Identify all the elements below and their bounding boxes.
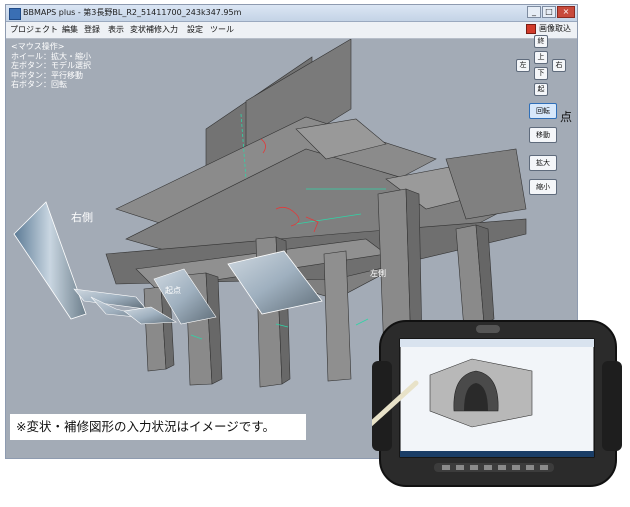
close-button[interactable]: ×	[557, 6, 575, 18]
minimize-button[interactable]: _	[527, 6, 541, 18]
menu-defect-input[interactable]: 変状補修入力	[130, 24, 178, 35]
menu-project[interactable]: プロジェクト	[10, 24, 58, 35]
nav-end-button[interactable]: 終	[534, 35, 548, 48]
rotate-button[interactable]: 回転	[529, 103, 557, 119]
nav-up-button[interactable]: 上	[534, 51, 548, 64]
image-import-icon	[526, 23, 536, 34]
zoom-out-button[interactable]: 縮小	[529, 179, 557, 195]
image-import-button[interactable]: 画像取込	[526, 23, 571, 34]
menu-view[interactable]: 表示	[108, 24, 124, 35]
menu-edit[interactable]: 編集	[62, 24, 78, 35]
tablet-photo	[349, 311, 622, 505]
image-caption: ※変状・補修図形の入力状況はイメージです。	[10, 414, 306, 440]
menu-tools[interactable]: ツール	[210, 24, 234, 35]
label-right-side: 右側	[71, 211, 93, 224]
menu-bar: プロジェクト 編集 登録 表示 変状補修入力 設定 ツール 画像取込	[6, 22, 577, 39]
label-start-point: 起点	[165, 286, 181, 295]
image-import-label: 画像取込	[539, 24, 571, 33]
label-point-fragment: 点	[560, 110, 573, 124]
tablet-device	[349, 320, 622, 487]
maximize-button[interactable]: □	[542, 6, 556, 18]
move-button[interactable]: 移動	[529, 127, 557, 143]
title-bar[interactable]: BBMAPS plus - 第3長野BL_R2_51411700_243k347…	[6, 5, 577, 22]
zoom-in-button[interactable]: 拡大	[529, 155, 557, 171]
nav-down-button[interactable]: 下	[534, 67, 548, 80]
menu-register[interactable]: 登録	[84, 24, 100, 35]
app-icon	[9, 8, 21, 20]
nav-start-button[interactable]: 起	[534, 83, 548, 96]
mouse-help-text: <マウス操作> ホイール：拡大・縮小 左ボタン：モデル選択 中ボタン：平行移動 …	[11, 42, 91, 89]
window-controls: _ □ ×	[527, 6, 575, 18]
nav-right-button[interactable]: 右	[552, 59, 566, 72]
nav-left-button[interactable]: 左	[516, 59, 530, 72]
label-left-side: 左側	[370, 269, 386, 278]
menu-settings[interactable]: 設定	[187, 24, 203, 35]
window-title: BBMAPS plus - 第3長野BL_R2_51411700_243k347…	[23, 8, 242, 17]
